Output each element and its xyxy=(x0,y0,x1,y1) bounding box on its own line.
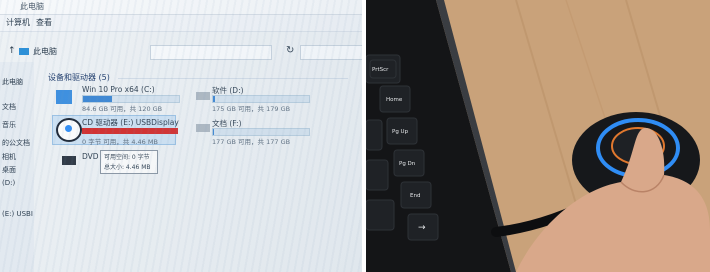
tooltip-free-space: 可用空间: 0 字节 xyxy=(104,154,150,161)
tooltip-total-size: 总大小: 4.46 MB xyxy=(104,164,151,171)
drive-usage-bar-full xyxy=(82,128,178,134)
sidebar-item[interactable]: (E:) USBI xyxy=(2,210,33,218)
sidebar-item[interactable]: (D:) xyxy=(2,179,15,187)
tab-computer[interactable]: 计算机 xyxy=(6,17,30,28)
drive-info: 84.6 GB 可用，共 120 GB xyxy=(82,105,163,113)
drive-name[interactable]: CD 驱动器 (E:) USBDisplay xyxy=(82,117,179,128)
drive-info: 175 GB 可用，共 179 GB xyxy=(212,105,291,113)
group-header[interactable]: 设备和驱动器 (5) xyxy=(48,72,110,83)
search-box[interactable] xyxy=(300,45,362,60)
tab-view[interactable]: 查看 xyxy=(36,17,52,28)
window-title: 此电脑 xyxy=(20,2,44,11)
sidebar-item[interactable]: 的公文档 xyxy=(2,138,30,148)
key xyxy=(366,199,395,231)
usb-display-icon-dot xyxy=(65,125,72,132)
sidebar-item[interactable]: 桌面 xyxy=(2,165,16,175)
key-label: Pg Dn xyxy=(399,161,416,167)
hard-drive-icon xyxy=(196,124,210,132)
sidebar-item[interactable]: 此电脑 xyxy=(2,77,23,87)
drive-name[interactable]: Win 10 Pro x64 (C:) xyxy=(82,85,155,94)
key-label: Pg Up xyxy=(392,129,409,135)
up-arrow-icon[interactable]: ↑ xyxy=(8,46,16,56)
photo-scene: PrtScr Home Pg Up Pg Dn End → xyxy=(366,0,710,272)
dvd-drive-icon xyxy=(62,156,76,165)
sidebar-item[interactable]: 相机 xyxy=(2,152,16,162)
key-label: PrtScr xyxy=(372,67,389,73)
ribbon-tabs: 计算机 查看 xyxy=(0,15,362,32)
windows-drive-icon xyxy=(56,90,72,104)
key-label: → xyxy=(418,223,426,233)
refresh-icon[interactable]: ↻ xyxy=(286,45,294,56)
dongle-photo: PrtScr Home Pg Up Pg Dn End → xyxy=(366,0,710,272)
address-box[interactable] xyxy=(150,45,272,60)
hard-drive-icon xyxy=(196,92,210,100)
key xyxy=(366,119,383,151)
key xyxy=(366,159,389,191)
explorer-screen-photo: 此电脑 计算机 查看 ↑ 此电脑 ↻ 此电脑 文档 音乐 的公文档 相机 桌面 … xyxy=(0,0,362,272)
breadcrumb[interactable]: 此电脑 xyxy=(33,46,57,57)
navigation-pane: 此电脑 文档 音乐 的公文档 相机 桌面 (D:) (E:) USBI xyxy=(0,62,34,272)
address-bar-row: ↑ 此电脑 ↻ xyxy=(0,44,362,62)
key-label: End xyxy=(410,193,420,199)
sidebar-item[interactable]: 文档 xyxy=(2,102,16,112)
drive-usage-bar xyxy=(212,128,310,136)
drive-info: 177 GB 可用，共 177 GB xyxy=(212,138,291,146)
window-title-bar: 此电脑 xyxy=(0,0,362,15)
group-divider xyxy=(118,78,348,79)
key-label: Home xyxy=(386,97,403,103)
sidebar-item[interactable]: 音乐 xyxy=(2,120,16,130)
drive-usage-bar xyxy=(82,95,180,103)
drive-tooltip: 可用空间: 0 字节 总大小: 4.46 MB xyxy=(100,150,158,174)
drive-usage-bar xyxy=(212,95,310,103)
drive-info: 0 字节 可用，共 4.46 MB xyxy=(82,138,158,146)
computer-icon xyxy=(19,48,29,55)
